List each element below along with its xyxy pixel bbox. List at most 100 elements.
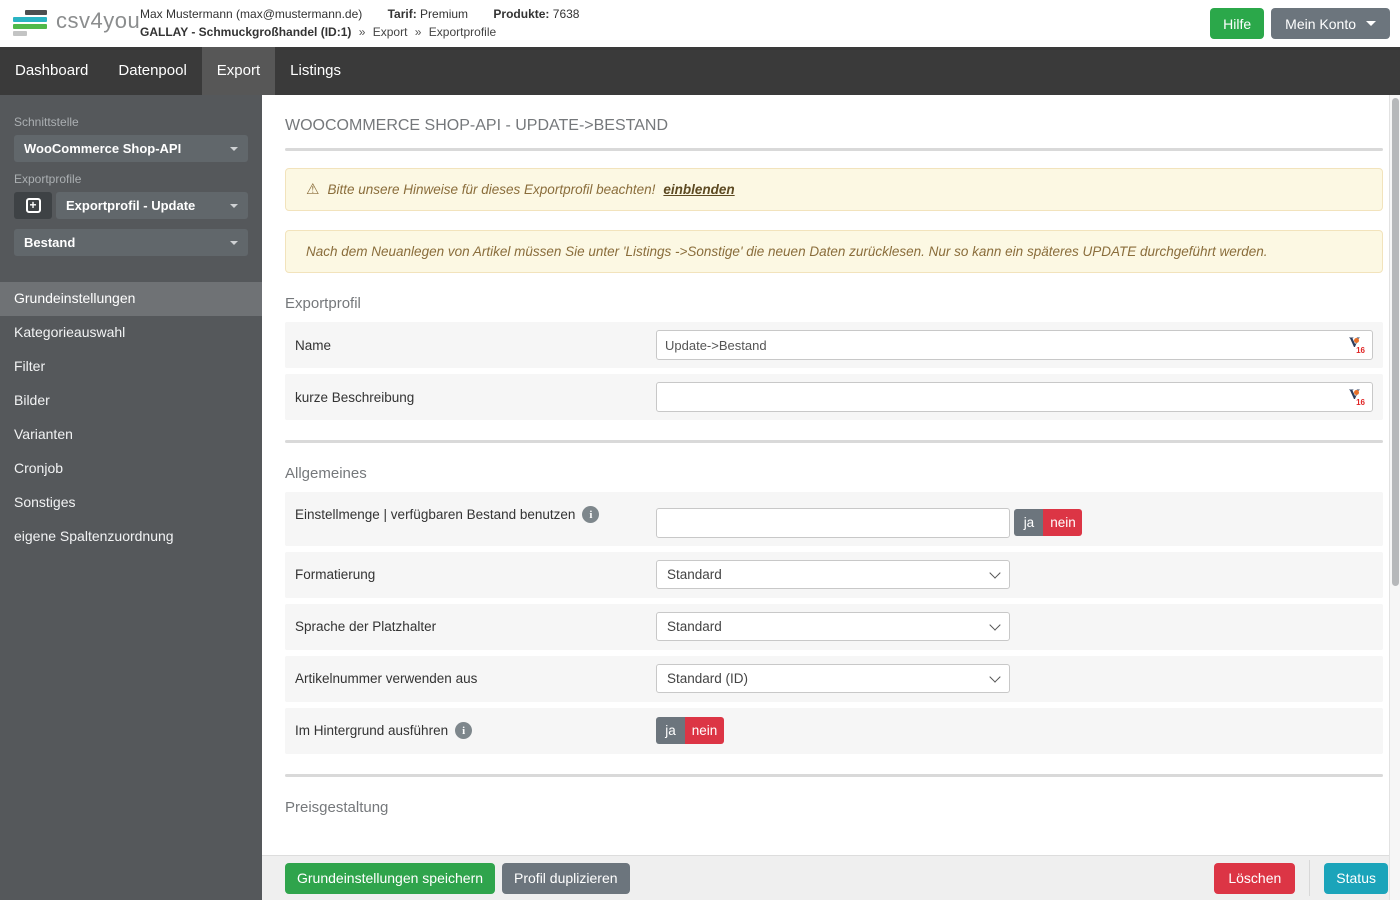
user-line: Max Mustermann (max@mustermann.de) Tarif… <box>140 5 579 23</box>
sidebar-item-cronjob[interactable]: Cronjob <box>0 452 262 486</box>
einstellmenge-toggle: ja nein <box>1014 509 1082 536</box>
breadcrumb-root: GALLAY - Schmuckgroßhandel (ID:1) <box>140 25 351 39</box>
hintergrund-toggle: ja nein <box>656 717 724 744</box>
formatierung-select-value: Standard <box>667 567 722 582</box>
scrollbar-track[interactable] <box>1389 95 1400 900</box>
notice-hinweise: ⚠ Bitte unsere Hinweise für dieses Expor… <box>285 168 1383 211</box>
duplicate-profile-button[interactable]: Profil duplizieren <box>502 863 630 894</box>
chevron-down-icon <box>230 204 238 208</box>
nav-tab-listings[interactable]: Listings <box>275 47 356 95</box>
sidebar-item-sonstiges[interactable]: Sonstiges <box>0 486 262 520</box>
app-logo[interactable]: csv4you <box>13 8 140 34</box>
hintergrund-toggle-nein[interactable]: nein <box>685 717 724 744</box>
input-addon-icon[interactable]: V 16 <box>1348 336 1365 355</box>
chevron-down-icon <box>989 567 1000 578</box>
row-sprache: Sprache der Platzhalter Standard <box>285 604 1383 650</box>
sidebar-item-grundeinstellungen[interactable]: Grundeinstellungen <box>0 282 262 316</box>
name-input[interactable] <box>656 330 1373 360</box>
nav-tab-dashboard[interactable]: Dashboard <box>0 47 103 95</box>
row-hintergrund: Im Hintergrund ausführen i ja nein <box>285 708 1383 754</box>
bestand-select[interactable]: Bestand <box>14 229 248 256</box>
header-actions: Hilfe Mein Konto <box>1210 8 1390 39</box>
sidebar-item-kategorieauswahl[interactable]: Kategorieauswahl <box>0 316 262 350</box>
warning-icon: ⚠ <box>306 182 319 197</box>
tarif-value: Premium <box>420 7 468 21</box>
beschreibung-input[interactable] <box>656 382 1373 412</box>
einstellmenge-input[interactable] <box>656 508 1010 538</box>
sidebar: Schnittstelle WooCommerce Shop-API Expor… <box>0 95 262 900</box>
breadcrumb-separator: » <box>359 25 366 39</box>
breadcrumb-exportprofile[interactable]: Exportprofile <box>429 25 496 39</box>
notice-hinweise-text: Bitte unsere Hinweise für dieses Exportp… <box>327 182 655 197</box>
section-preisgestaltung: Preisgestaltung <box>285 799 1383 816</box>
notice-update-info-text: Nach dem Neuanlegen von Artikel müssen S… <box>306 244 1268 259</box>
einstellmenge-label: Einstellmenge | verfügbaren Bestand benu… <box>295 507 575 522</box>
main-content: WOOCOMMERCE SHOP-API - UPDATE->BESTAND ⚠… <box>262 95 1389 855</box>
main-nav: Dashboard Datenpool Export Listings <box>0 47 1400 95</box>
addon-badge: 16 <box>1356 346 1365 355</box>
top-header: csv4you Max Mustermann (max@mustermann.d… <box>0 0 1400 47</box>
nav-tab-export[interactable]: Export <box>202 47 275 95</box>
sidebar-menu: Grundeinstellungen Kategorieauswahl Filt… <box>0 282 262 554</box>
row-einstellmenge: Einstellmenge | verfügbaren Bestand benu… <box>285 492 1383 546</box>
user-name: Max Mustermann (max@mustermann.de) <box>140 7 362 21</box>
sprache-select[interactable]: Standard <box>656 612 1010 641</box>
row-beschreibung: kurze Beschreibung V 16 <box>285 374 1383 420</box>
hintergrund-label: Im Hintergrund ausführen <box>295 723 448 738</box>
row-artikelnummer: Artikelnummer verwenden aus Standard (ID… <box>285 656 1383 702</box>
section-exportprofil: Exportprofil <box>285 295 1383 312</box>
row-name: Name V 16 <box>285 322 1383 368</box>
add-profile-button[interactable]: + <box>14 192 52 219</box>
formatierung-label: Formatierung <box>295 567 656 582</box>
nav-tab-datenpool[interactable]: Datenpool <box>103 47 201 95</box>
bestand-select-value: Bestand <box>24 235 75 250</box>
chevron-down-icon <box>230 147 238 151</box>
input-addon-icon[interactable]: V 16 <box>1348 388 1365 407</box>
breadcrumb: GALLAY - Schmuckgroßhandel (ID:1) » Expo… <box>140 23 579 41</box>
delete-button[interactable]: Löschen <box>1214 863 1295 894</box>
breadcrumb-separator: » <box>415 25 422 39</box>
sprache-select-value: Standard <box>667 619 722 634</box>
einstellmenge-toggle-nein[interactable]: nein <box>1043 509 1082 536</box>
schnittstelle-select[interactable]: WooCommerce Shop-API <box>14 135 248 162</box>
exportprofil-select[interactable]: Exportprofil - Update <box>56 192 248 219</box>
formatierung-select[interactable]: Standard <box>656 560 1010 589</box>
row-formatierung: Formatierung Standard <box>285 552 1383 598</box>
status-button[interactable]: Status <box>1324 863 1388 894</box>
hintergrund-toggle-ja[interactable]: ja <box>656 717 685 744</box>
page-title: WOOCOMMERCE SHOP-API - UPDATE->BESTAND <box>285 117 1383 135</box>
einstellmenge-toggle-ja[interactable]: ja <box>1014 509 1043 536</box>
einblenden-link[interactable]: einblenden <box>663 182 734 197</box>
scrollbar-thumb[interactable] <box>1392 98 1399 586</box>
account-button[interactable]: Mein Konto <box>1271 8 1390 39</box>
footer-action-bar: Grundeinstellungen speichern Profil dupl… <box>262 855 1400 900</box>
divider <box>1309 860 1310 896</box>
exportprofil-select-value: Exportprofil - Update <box>66 198 195 213</box>
artikelnummer-select-value: Standard (ID) <box>667 671 748 686</box>
logo-bars-icon <box>13 9 47 33</box>
sprache-label: Sprache der Platzhalter <box>295 619 656 634</box>
beschreibung-label: kurze Beschreibung <box>295 390 656 405</box>
divider <box>285 148 1383 151</box>
info-icon[interactable]: i <box>582 506 599 523</box>
user-info-block: Max Mustermann (max@mustermann.de) Tarif… <box>140 5 579 41</box>
help-button[interactable]: Hilfe <box>1210 8 1264 39</box>
chevron-down-icon <box>230 241 238 245</box>
section-allgemeines: Allgemeines <box>285 465 1383 482</box>
sidebar-item-spaltenzuordnung[interactable]: eigene Spaltenzuordnung <box>0 520 262 554</box>
divider <box>285 440 1383 443</box>
name-label: Name <box>295 338 656 353</box>
produkte-label: Produkte: <box>493 7 549 21</box>
schnittstelle-label: Schnittstelle <box>14 115 248 129</box>
artikelnummer-label: Artikelnummer verwenden aus <box>295 671 656 686</box>
schnittstelle-select-value: WooCommerce Shop-API <box>24 141 181 156</box>
info-icon[interactable]: i <box>455 722 472 739</box>
save-settings-button[interactable]: Grundeinstellungen speichern <box>285 863 495 894</box>
logo-text: csv4you <box>56 8 140 34</box>
breadcrumb-export[interactable]: Export <box>373 25 408 39</box>
sidebar-item-varianten[interactable]: Varianten <box>0 418 262 452</box>
sidebar-item-filter[interactable]: Filter <box>0 350 262 384</box>
exportprofile-label: Exportprofile <box>14 172 248 186</box>
artikelnummer-select[interactable]: Standard (ID) <box>656 664 1010 693</box>
sidebar-item-bilder[interactable]: Bilder <box>0 384 262 418</box>
